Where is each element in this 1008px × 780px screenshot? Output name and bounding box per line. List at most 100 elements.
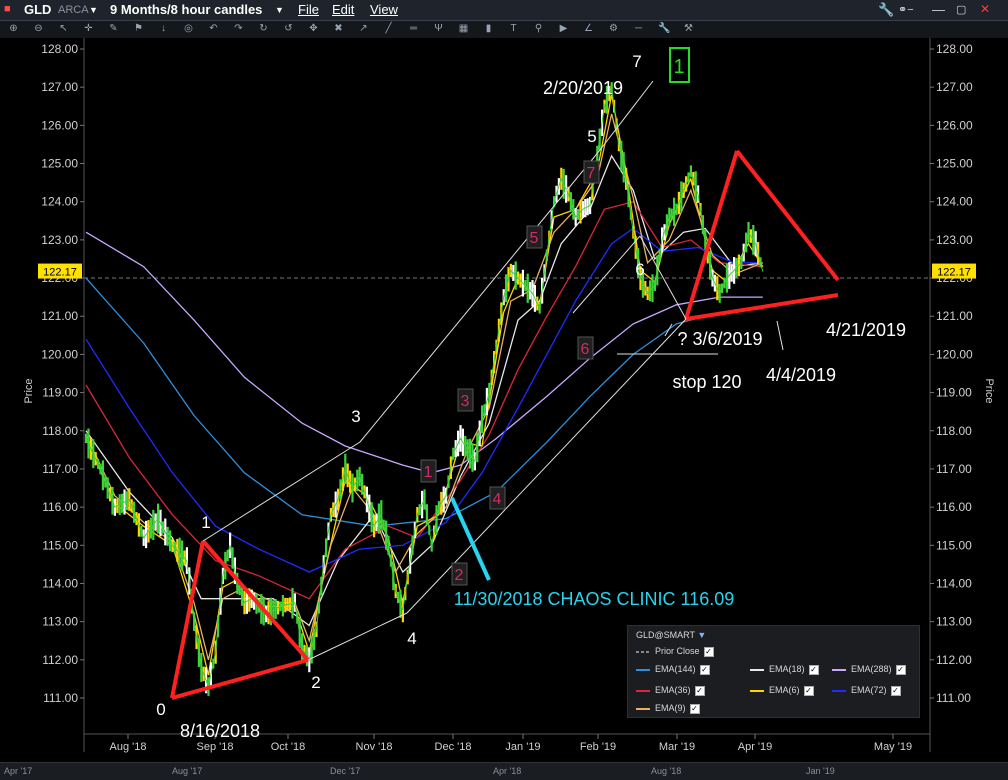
symbol-label[interactable]: GLD [24,2,51,17]
legend-label: EMA(9) [655,703,686,713]
menu-file[interactable]: File [298,2,319,17]
y-tick-label-right: 113.00 [936,615,972,629]
chart-legend: GLD@SMART ▼ Prior Close ✓ EMA(144) ✓ EMA(18… [627,625,920,718]
legend-checkbox[interactable]: ✓ [808,664,819,675]
annotation-text: 11/30/2018 CHAOS CLINIC 116.09 [454,589,735,609]
legend-checkbox[interactable]: ✓ [699,664,710,675]
annotation-text: 4/4/2019 [766,365,836,385]
text-icon[interactable]: T [508,23,519,34]
legend-prior-close[interactable]: Prior Close ✓ [636,646,714,657]
grid-icon[interactable]: ▦ [458,23,469,34]
legend-item-ema72[interactable]: EMA(72) ✓ [832,685,901,696]
target-icon[interactable]: ◎ [183,23,194,34]
annotation-text: 4/21/2019 [826,320,906,340]
menu-view[interactable]: View [370,2,398,17]
arrow-up-right-icon[interactable]: ↗ [358,23,369,34]
legend-checkbox[interactable]: ✓ [895,664,906,675]
y-tick-label-left: 123.00 [41,233,78,247]
y-tick-label-left: 125.00 [41,157,78,171]
legend-checkbox[interactable]: ✓ [803,685,814,696]
fan-icon[interactable]: ∠ [583,23,594,34]
bars-icon[interactable]: ▮ [483,23,494,34]
channel-icon[interactable]: ═ [408,23,419,34]
search-icon[interactable]: ⚲ [533,23,544,34]
x-tick-label: Jan '19 [505,741,540,753]
timeline-navigator[interactable]: Apr '17 Aug '17 Dec '17 Apr '18 Aug '18 … [0,762,1008,780]
wave-flag-label: 1 [673,56,684,78]
y-tick-label-left: 114.00 [42,576,78,590]
maximize-icon[interactable]: ▢ [956,3,966,16]
period-dropdown-icon[interactable]: ▼ [275,5,284,15]
y-tick-label-right: 118.00 [936,424,972,438]
flag-icon[interactable]: ⚑ [133,23,144,34]
y-tick-label-right: 120.00 [936,347,973,361]
nav-label: Apr '17 [4,766,33,776]
redo-icon[interactable]: ↻ [258,23,269,34]
forward-icon[interactable]: ↷ [233,23,244,34]
pan-icon[interactable]: ✥ [308,23,319,34]
wrench-icon[interactable]: 🔧 [878,2,894,18]
ruler-icon[interactable]: ─ [633,23,644,34]
zoom-in-icon[interactable]: ⊕ [8,23,19,34]
wave-label: 1 [201,513,210,532]
legend-swatch [636,668,650,671]
period-selector[interactable]: 9 Months/8 hour candles [110,2,262,17]
legend-label: EMA(288) [851,664,892,674]
play-icon[interactable]: ▶ [558,23,569,34]
sub-wave-label: 7 [587,165,596,182]
y-tick-label-left: 115.00 [42,538,78,552]
sub-wave-label: 3 [461,393,470,410]
symbol-dropdown-icon[interactable]: ▼ [89,5,98,15]
exchange-label: ARCA [58,4,89,16]
y-tick-label-left: 113.00 [42,615,78,629]
zoom-out-icon[interactable]: ⊖ [33,23,44,34]
tools-icon[interactable]: ⚒ [683,23,694,34]
back-icon[interactable]: ↶ [208,23,219,34]
crosshair-icon[interactable]: ✛ [83,23,94,34]
legend-item-ema36[interactable]: EMA(36) ✓ [636,685,705,696]
y-tick-label-right: 111.00 [936,691,971,705]
y-tick-label-left: 124.00 [41,195,78,209]
y-tick-label-right: 127.00 [936,80,973,94]
y-tick-label-left: 118.00 [42,424,78,438]
pencil-icon[interactable]: ✎ [108,23,119,34]
annotation-text: ? 3/6/2019 [677,329,762,349]
legend-checkbox[interactable]: ✓ [694,685,705,696]
pitchfork-icon[interactable]: Ψ [433,23,444,34]
line-icon[interactable]: ╱ [383,23,394,34]
undo-icon[interactable]: ↺ [283,23,294,34]
down-arrow-icon[interactable]: ↓ [158,23,169,34]
y-tick-label-right: 116.00 [936,500,972,514]
legend-swatch [636,689,650,692]
menu-edit[interactable]: Edit [332,2,354,17]
legend-checkbox[interactable]: ✓ [890,685,901,696]
cross-icon[interactable]: ✖ [333,23,344,34]
y-tick-label-left: 112.00 [42,653,78,667]
cursor-icon[interactable]: ↖ [58,23,69,34]
legend-checkbox[interactable]: ✓ [689,703,700,714]
y-tick-label-right: 115.00 [936,538,972,552]
x-tick-label: Feb '19 [580,741,616,753]
y-tick-label-right: 123.00 [936,233,973,247]
y-tick-label-right: 121.00 [936,309,973,323]
legend-swatch [832,668,846,671]
settings-icon[interactable]: ⚙ [608,23,619,34]
wave-label: 6 [635,260,644,279]
legend-title: GLD@SMART ▼ [636,630,707,640]
link-icon[interactable]: ⚭− [898,3,914,16]
y-tick-label-right: 117.00 [936,462,972,476]
x-tick-label: May '19 [874,741,912,753]
legend-item-ema6[interactable]: EMA(6) ✓ [750,685,814,696]
nav-label: Aug '17 [172,766,203,776]
legend-item-ema288[interactable]: EMA(288) ✓ [832,664,906,675]
legend-item-ema18[interactable]: EMA(18) ✓ [750,664,819,675]
legend-label: EMA(6) [769,685,800,695]
y-tick-label-right: 128.00 [936,42,973,56]
y-tick-label-left: 120.00 [41,347,78,361]
wrench-icon[interactable]: 🔧 [658,23,670,34]
y-tick-label-right: 119.00 [936,386,972,400]
minimize-icon[interactable]: — [932,2,945,17]
close-icon[interactable]: ✕ [980,2,990,16]
legend-item-ema144[interactable]: EMA(144) ✓ [636,664,710,675]
legend-item-ema9[interactable]: EMA(9) ✓ [636,703,700,714]
